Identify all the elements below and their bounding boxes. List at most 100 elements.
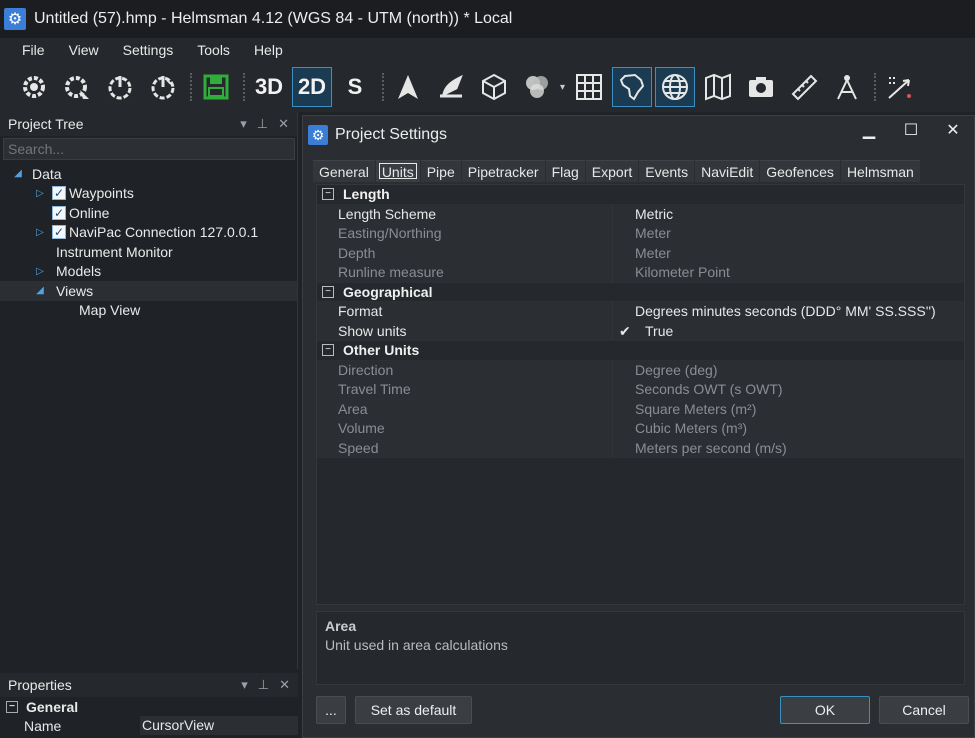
- expanded-arrow-icon[interactable]: ◢: [12, 168, 24, 179]
- project-tree: ◢ Data ▷ ✓ Waypoints ✓ Online ▷ ✓ NaviPa…: [0, 162, 297, 320]
- dialog-title: Project Settings: [335, 126, 448, 143]
- format-value[interactable]: Degrees minutes seconds (DDD° MM' SS.SSS…: [613, 302, 964, 321]
- gear-arrow-icon[interactable]: [57, 67, 97, 107]
- view-2d-button[interactable]: 2D: [292, 67, 332, 107]
- category-length[interactable]: − Length: [317, 185, 964, 205]
- cube-icon[interactable]: [474, 67, 514, 107]
- tab-general[interactable]: General: [313, 160, 375, 182]
- save-icon[interactable]: [196, 67, 236, 107]
- toolbar-separator: [874, 73, 877, 101]
- row-area: Area Square Meters (m²): [317, 399, 964, 419]
- tab-naviedit[interactable]: NaviEdit: [695, 160, 760, 182]
- pin-icon[interactable]: ⊥: [257, 116, 268, 132]
- chevron-down-icon[interactable]: ▾: [560, 82, 565, 93]
- pin-icon[interactable]: ⊥: [258, 677, 269, 693]
- menu-bar: File View Settings Tools Help: [0, 38, 975, 62]
- close-icon[interactable]: ✕: [279, 677, 290, 693]
- compass-divider-icon[interactable]: [827, 67, 867, 107]
- tree-item-online[interactable]: ✓ Online: [0, 203, 297, 223]
- tab-units[interactable]: Units: [375, 160, 420, 182]
- menu-view[interactable]: View: [69, 42, 99, 58]
- tab-events[interactable]: Events: [639, 160, 695, 182]
- view-s-button[interactable]: S: [335, 67, 375, 107]
- grid-icon[interactable]: [569, 67, 609, 107]
- menu-help[interactable]: Help: [254, 42, 283, 58]
- dropdown-icon[interactable]: ▾: [240, 116, 247, 132]
- collapse-icon[interactable]: −: [6, 700, 18, 713]
- category-geographical[interactable]: − Geographical: [317, 282, 964, 302]
- menu-file[interactable]: File: [22, 42, 45, 58]
- dialog-title-bar: ⚙ Project Settings ▁ ☐ ✕: [303, 116, 974, 154]
- set-as-default-button[interactable]: Set as default: [355, 696, 472, 724]
- close-icon[interactable]: ✕: [278, 116, 289, 132]
- online-checkbox[interactable]: ✓: [52, 205, 66, 220]
- properties-panel: Properties ▾ ⊥ ✕ − General Name CursorVi…: [0, 673, 298, 738]
- menu-settings[interactable]: Settings: [123, 42, 174, 58]
- tab-pipetracker[interactable]: Pipetracker: [461, 160, 545, 182]
- ok-button[interactable]: OK: [780, 696, 870, 724]
- north-arrow-icon[interactable]: [388, 67, 428, 107]
- properties-group-general[interactable]: − General: [0, 697, 298, 716]
- layers-circles-icon[interactable]: [517, 67, 557, 107]
- category-other-units[interactable]: − Other Units: [317, 341, 964, 361]
- tab-geofences[interactable]: Geofences: [760, 160, 840, 182]
- power-gear-icon[interactable]: [100, 67, 140, 107]
- row-show-units[interactable]: Show units ✔ True: [317, 321, 964, 341]
- toolbar-separator: [190, 73, 192, 101]
- property-description: Area Unit used in area calculations: [316, 611, 965, 685]
- collapse-icon[interactable]: −: [322, 188, 334, 201]
- tab-flag[interactable]: Flag: [545, 160, 585, 182]
- close-icon[interactable]: ✕: [932, 120, 974, 140]
- collapsed-arrow-icon[interactable]: ▷: [34, 266, 46, 277]
- tab-helmsman[interactable]: Helmsman: [840, 160, 920, 182]
- tab-pipe[interactable]: Pipe: [420, 160, 461, 182]
- collapsed-arrow-icon[interactable]: ▷: [34, 188, 46, 199]
- route-arrow-icon[interactable]: [880, 67, 920, 107]
- folded-map-icon[interactable]: [698, 67, 738, 107]
- tree-item-waypoints[interactable]: ▷ ✓ Waypoints: [0, 184, 297, 204]
- dropdown-icon[interactable]: ▾: [241, 677, 248, 693]
- cancel-button[interactable]: Cancel: [879, 696, 969, 724]
- gear-refresh-icon[interactable]: [14, 67, 54, 107]
- row-length-scheme[interactable]: Length Scheme Metric: [317, 204, 964, 224]
- show-units-value[interactable]: ✔ True: [613, 321, 964, 341]
- toolbar-separator: [382, 73, 384, 101]
- expanded-arrow-icon[interactable]: ◢: [34, 285, 46, 296]
- more-options-button[interactable]: ...: [316, 696, 346, 724]
- waypoints-checkbox[interactable]: ✓: [52, 186, 66, 201]
- tab-export[interactable]: Export: [585, 160, 639, 182]
- checkmark-icon[interactable]: ✔: [613, 322, 637, 341]
- length-scheme-value[interactable]: Metric: [613, 204, 964, 223]
- tree-item-views[interactable]: ◢ Views: [0, 281, 297, 301]
- property-row-name[interactable]: Name CursorView: [0, 716, 298, 735]
- project-tree-search-input[interactable]: [3, 138, 295, 160]
- menu-tools[interactable]: Tools: [197, 42, 230, 58]
- tree-item-data[interactable]: ◢ Data: [0, 164, 297, 184]
- app-icon: ⚙: [4, 8, 26, 30]
- camera-icon[interactable]: [741, 67, 781, 107]
- collapse-icon[interactable]: −: [322, 344, 334, 357]
- africa-map-icon[interactable]: [612, 67, 653, 107]
- app-icon: ⚙: [308, 125, 328, 145]
- navipac-checkbox[interactable]: ✓: [52, 225, 66, 240]
- tree-item-navipac-connection[interactable]: ▷ ✓ NaviPac Connection 127.0.0.1: [0, 223, 297, 243]
- property-grid: − Length Length Scheme Metric Easting/No…: [316, 184, 965, 605]
- tree-item-models[interactable]: ▷ Models: [0, 262, 297, 282]
- ruler-icon[interactable]: [784, 67, 824, 107]
- view-3d-button[interactable]: 3D: [249, 67, 289, 107]
- collapse-icon[interactable]: −: [322, 285, 334, 298]
- row-volume: Volume Cubic Meters (m³): [317, 419, 964, 439]
- project-settings-dialog: ⚙ Project Settings ▁ ☐ ✕ General Units P…: [302, 115, 975, 738]
- project-tree-header: Project Tree ▾ ⊥ ✕: [0, 112, 297, 136]
- tree-item-map-view[interactable]: Map View: [0, 301, 297, 321]
- maximize-icon[interactable]: ☐: [890, 120, 932, 140]
- collapsed-arrow-icon[interactable]: ▷: [34, 227, 46, 238]
- row-travel-time: Travel Time Seconds OWT (s OWT): [317, 380, 964, 400]
- property-value[interactable]: CursorView: [140, 716, 298, 735]
- minimize-icon[interactable]: ▁: [848, 120, 890, 140]
- power-gear-alt-icon[interactable]: [143, 67, 183, 107]
- row-format[interactable]: Format Degrees minutes seconds (DDD° MM'…: [317, 302, 964, 322]
- globe-icon[interactable]: [655, 67, 696, 107]
- landing-icon[interactable]: [431, 67, 471, 107]
- tree-item-instrument-monitor[interactable]: Instrument Monitor: [0, 242, 297, 262]
